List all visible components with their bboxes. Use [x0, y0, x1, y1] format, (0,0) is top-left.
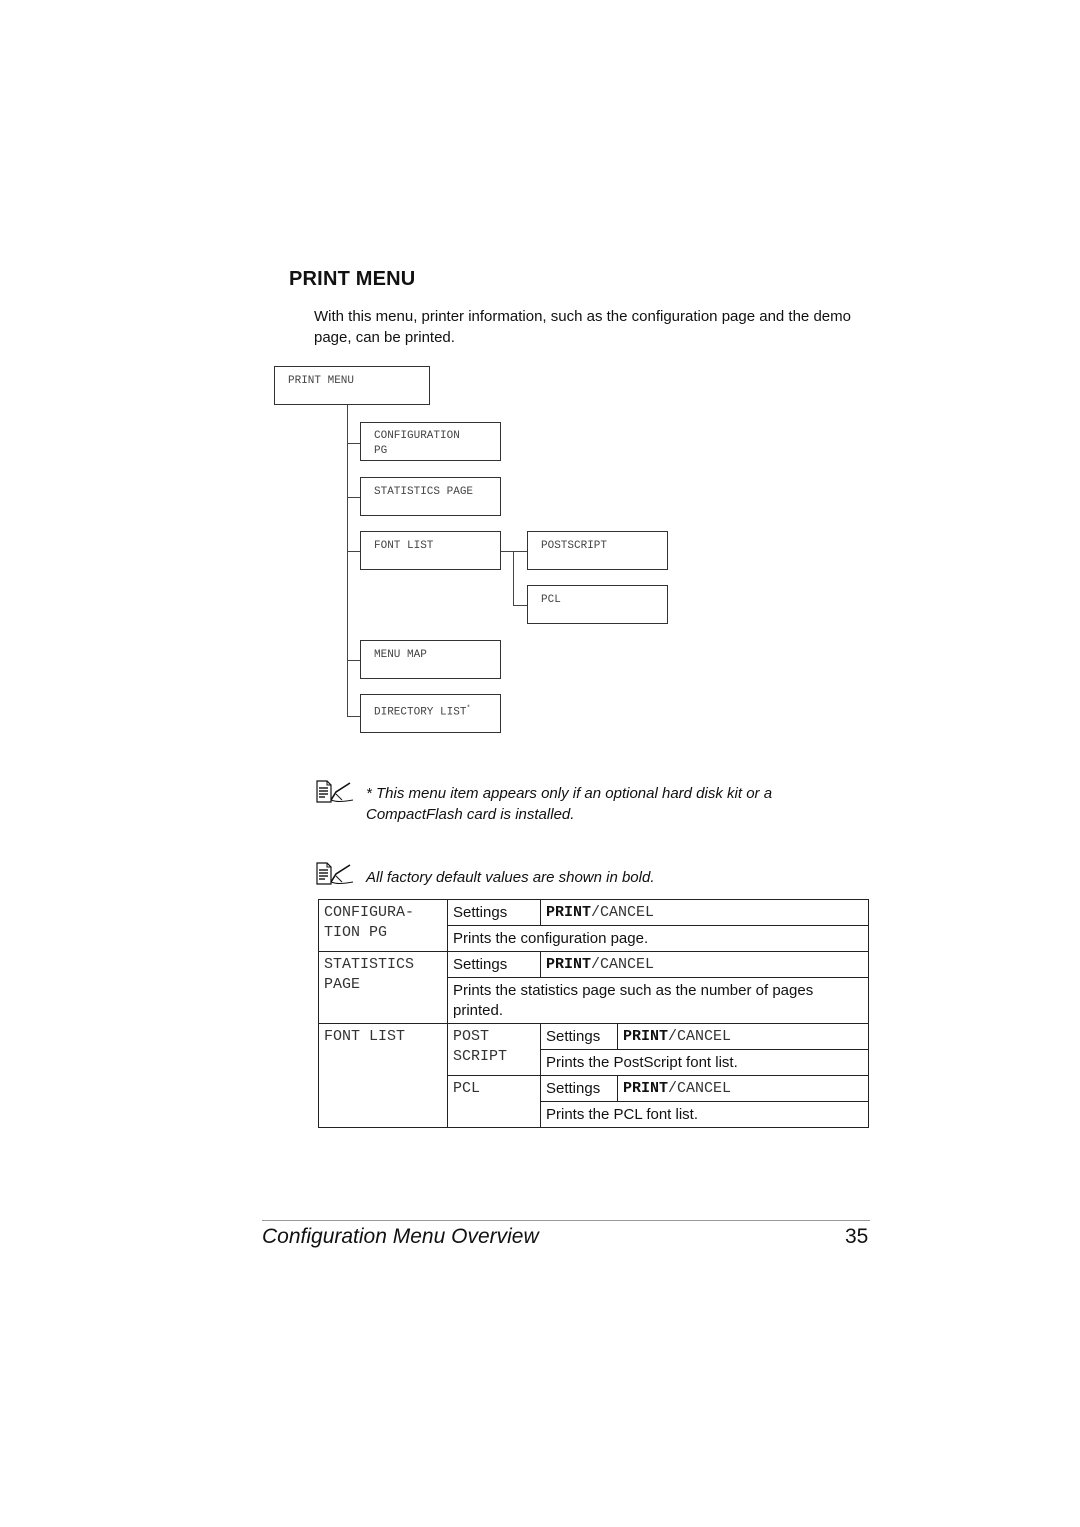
value-separator: / — [668, 1028, 678, 1045]
tree-connector — [347, 716, 360, 717]
settings-value: PRINT/CANCEL — [540, 899, 869, 926]
note-pencil-icon — [316, 780, 354, 803]
subitem-name-postscript: POST SCRIPT — [447, 1023, 541, 1076]
default-value: PRINT — [623, 1080, 669, 1097]
item-name-line: PAGE — [324, 976, 361, 993]
tree-connector-sub-trunk — [513, 551, 514, 606]
value-separator: / — [591, 956, 601, 973]
tree-node-postscript: POSTSCRIPT — [527, 531, 668, 570]
tree-node-label: CONFIGURATION — [374, 430, 460, 442]
tree-node-label: PRINT MENU — [288, 375, 355, 387]
item-name-font-list: FONT LIST — [318, 1023, 448, 1128]
tree-node-label: FONT LIST — [374, 540, 434, 552]
tree-node-label: PG — [374, 445, 388, 457]
other-value: CANCEL — [600, 904, 655, 921]
settings-label: Settings — [447, 899, 541, 926]
footer-title: Configuration Menu Overview — [262, 1225, 539, 1248]
tree-connector — [501, 551, 528, 552]
page-number: 35 — [845, 1225, 869, 1248]
tree-node-directory-list: DIRECTORY LIST* — [360, 694, 501, 733]
tree-node-label: POSTSCRIPT — [541, 540, 608, 552]
item-name-line: SCRIPT — [453, 1048, 508, 1065]
tree-node-label: PCL — [541, 594, 561, 606]
item-name-line: CONFIGURA- — [324, 904, 415, 921]
settings-label: Settings — [540, 1023, 618, 1050]
table-row: CONFIGURA- TION PG Settings PRINT/CANCEL — [318, 899, 869, 952]
tree-node-label: MENU MAP — [374, 649, 427, 661]
tree-node-pcl: PCL — [527, 585, 668, 624]
settings-value: PRINT/CANCEL — [617, 1075, 869, 1102]
settings-table: CONFIGURA- TION PG Settings PRINT/CANCEL… — [318, 899, 869, 1128]
default-value: PRINT — [546, 956, 592, 973]
tree-node-configuration-pg: CONFIGURATION PG — [360, 422, 501, 461]
note-text-directory-list: * This menu item appears only if an opti… — [366, 785, 773, 823]
default-value: PRINT — [546, 904, 592, 921]
settings-label: Settings — [540, 1075, 618, 1102]
footer-divider — [262, 1220, 870, 1221]
item-name-line: POST — [453, 1028, 490, 1045]
settings-value: PRINT/CANCEL — [617, 1023, 869, 1050]
intro-paragraph: With this menu, printer information, suc… — [314, 308, 851, 346]
tree-connector — [347, 497, 360, 498]
item-name-line: STATISTICS — [324, 956, 415, 973]
other-value: CANCEL — [600, 956, 655, 973]
tree-connector-trunk — [347, 405, 348, 717]
item-name-statistics-page: STATISTICS PAGE — [318, 951, 448, 1024]
value-separator: / — [591, 904, 601, 921]
tree-connector — [347, 551, 360, 552]
footnote-mark: * — [466, 705, 471, 713]
tree-connector — [347, 660, 360, 661]
default-value: PRINT — [623, 1028, 669, 1045]
item-description: Prints the PCL font list. — [540, 1101, 869, 1128]
settings-label: Settings — [447, 951, 541, 978]
item-name-line: TION PG — [324, 924, 388, 941]
tree-node-print-menu: PRINT MENU — [274, 366, 430, 405]
settings-value: PRINT/CANCEL — [540, 951, 869, 978]
tree-node-menu-map: MENU MAP — [360, 640, 501, 679]
item-description: Prints the statistics page such as the n… — [447, 977, 869, 1024]
value-separator: / — [668, 1080, 678, 1097]
tree-connector — [347, 443, 360, 444]
tree-node-label: STATISTICS PAGE — [374, 486, 474, 498]
table-row: STATISTICS PAGE Settings PRINT/CANCEL — [318, 951, 869, 1024]
table-row: FONT LIST POST SCRIPT Settings PRINT/CAN… — [318, 1023, 869, 1128]
note-text-defaults-bold: All factory default values are shown in … — [366, 869, 655, 886]
item-description: Prints the configuration page. — [447, 925, 869, 952]
other-value: CANCEL — [677, 1028, 732, 1045]
note-pencil-icon — [316, 862, 354, 885]
other-value: CANCEL — [677, 1080, 732, 1097]
tree-node-statistics-page: STATISTICS PAGE — [360, 477, 501, 516]
tree-connector — [513, 605, 527, 606]
tree-node-font-list: FONT LIST — [360, 531, 501, 570]
item-name-configuration-pg: CONFIGURA- TION PG — [318, 899, 448, 952]
section-title: PRINT MENU — [289, 268, 416, 290]
tree-node-label: DIRECTORY LIST — [374, 706, 467, 719]
subitem-name-pcl: PCL — [447, 1075, 541, 1128]
item-description: Prints the PostScript font list. — [540, 1049, 869, 1076]
